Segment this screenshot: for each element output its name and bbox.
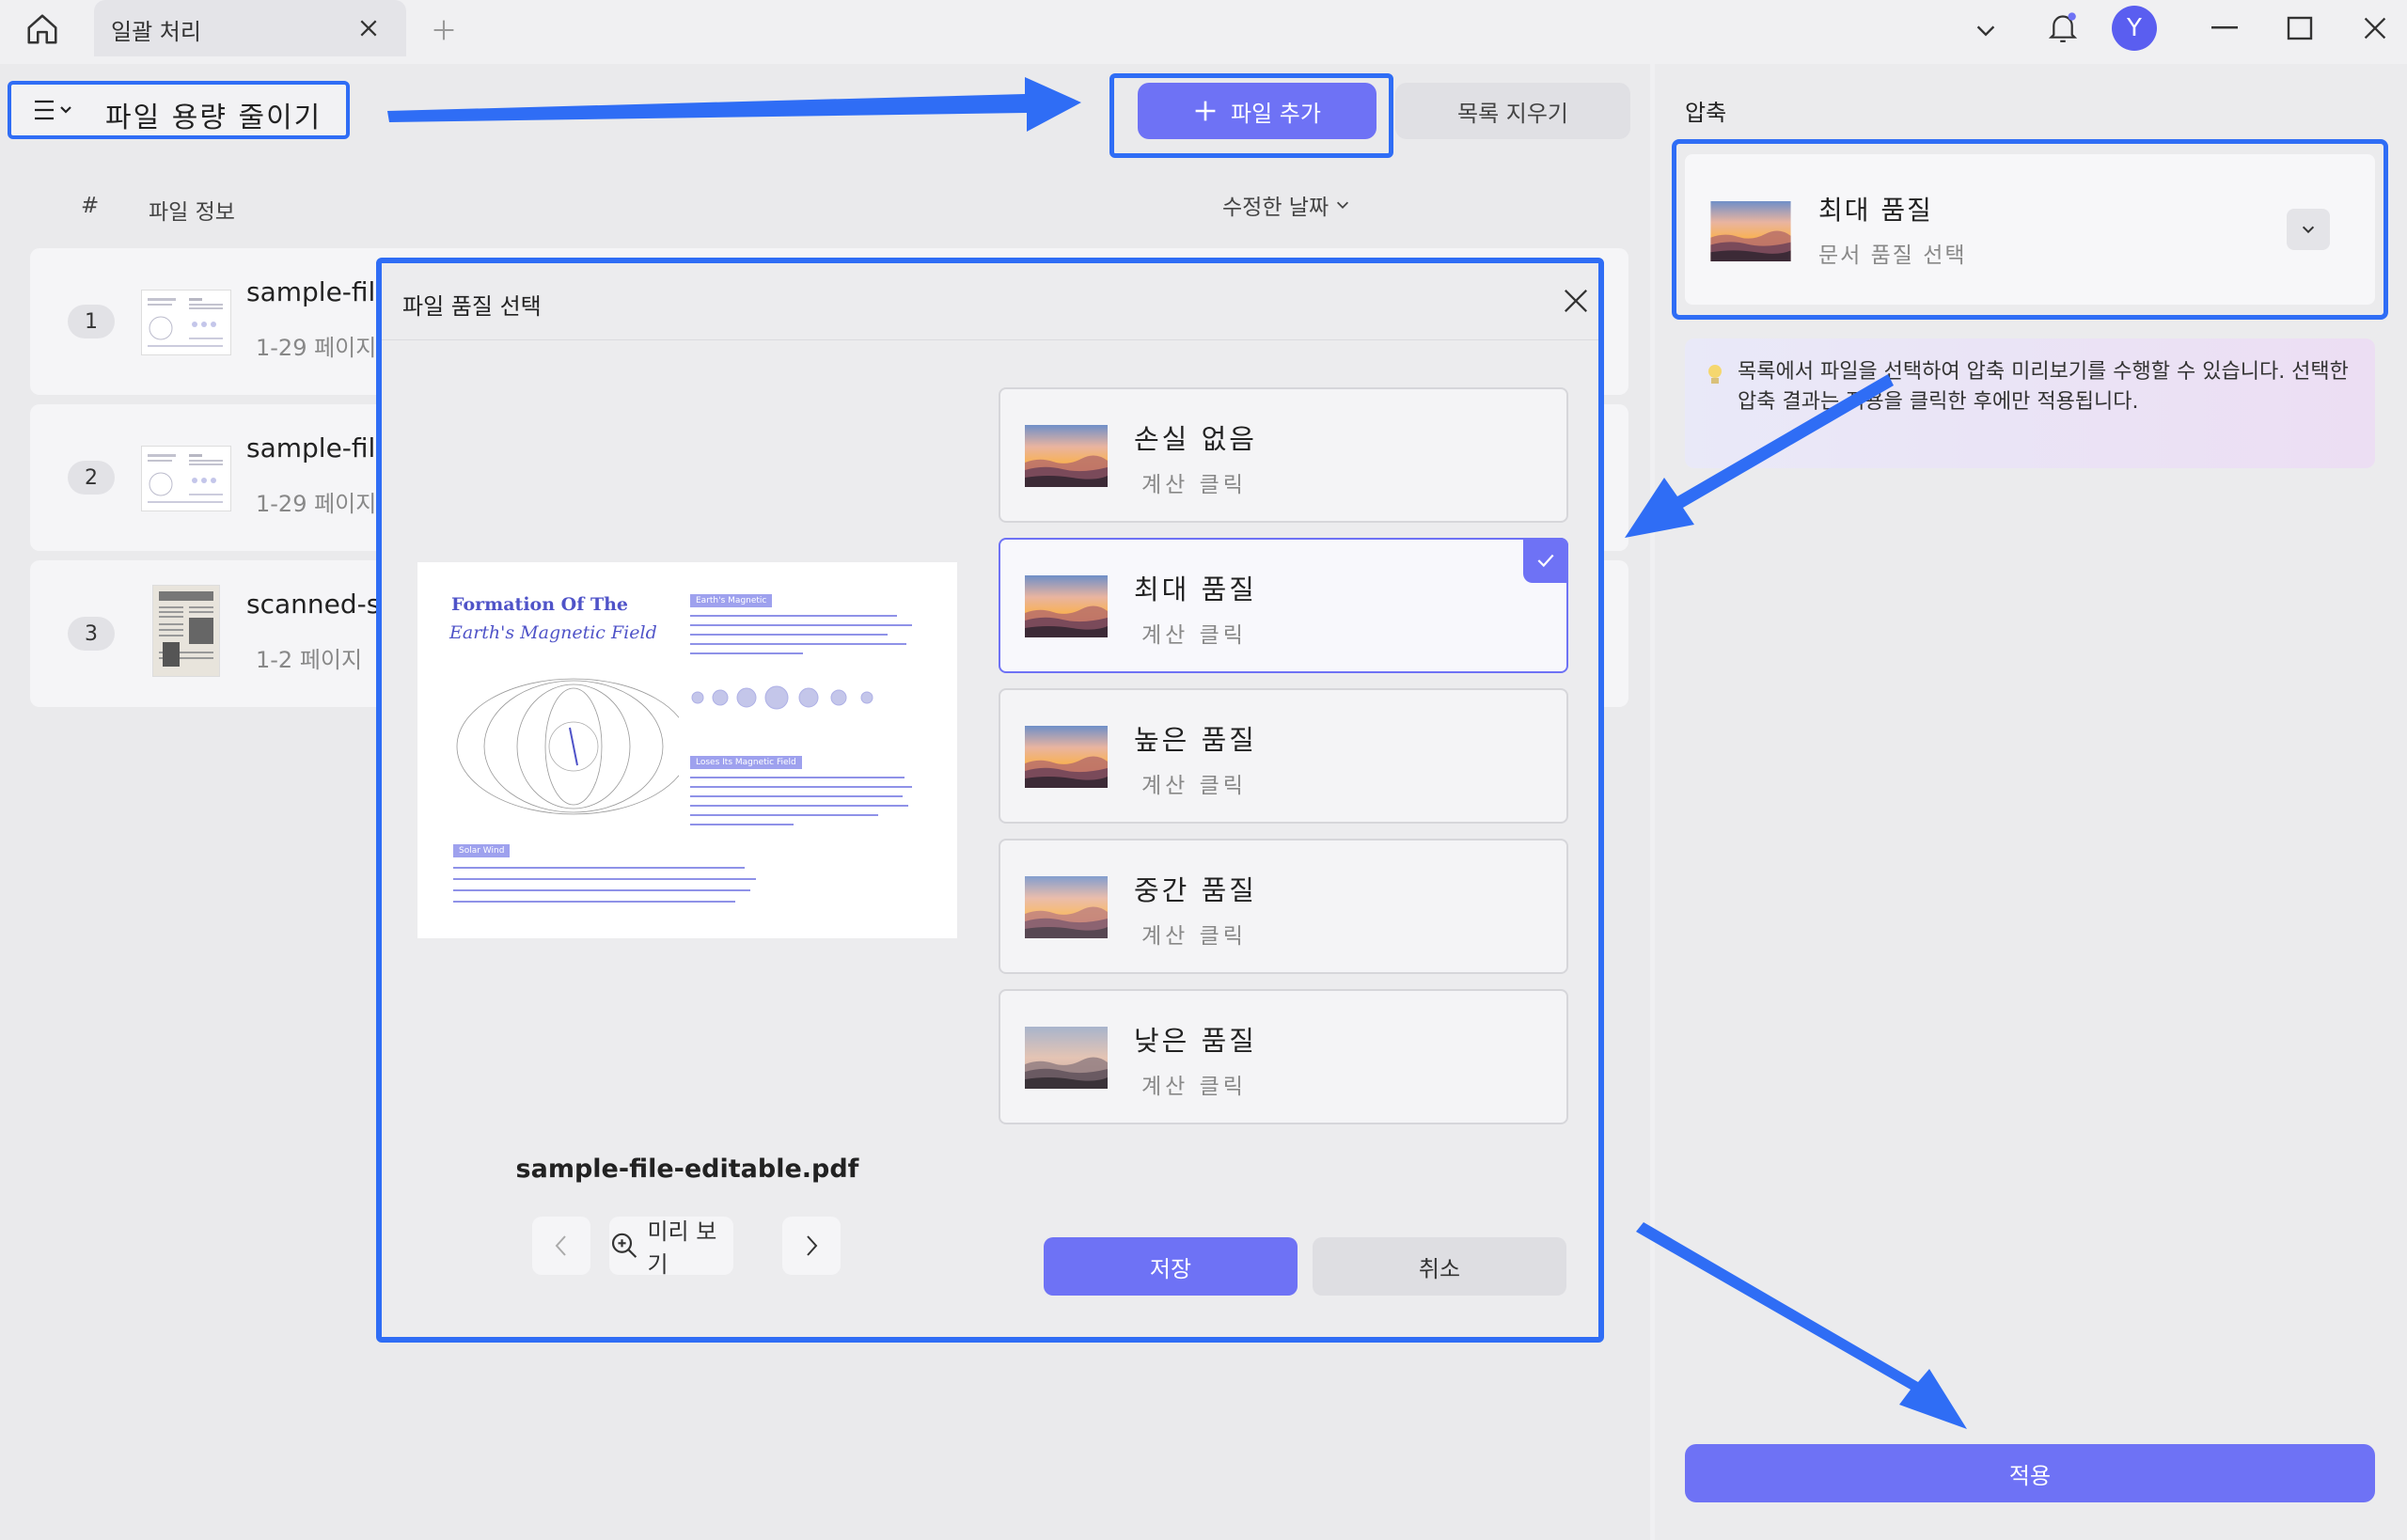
cancel-label: 취소: [1418, 1255, 1461, 1282]
quality-dialog: 파일 품질 선택 Formation Of The Earth's Magnet…: [376, 258, 1604, 1343]
option-subtitle: 계산 클릭: [1141, 473, 1247, 497]
tip-text: 목록에서 파일을 선택하여 압축 미리보기를 수행할 수 있습니다. 선택한 압…: [1738, 360, 2349, 414]
page-range: 1-2 페이지: [256, 647, 363, 673]
option-subtitle: 계산 클릭: [1141, 623, 1247, 648]
option-thumbnail: [1025, 575, 1108, 637]
page-range: 1-29 페이지: [256, 335, 377, 361]
column-modified-date[interactable]: 수정한 날짜: [1222, 188, 1351, 222]
column-index: #: [81, 194, 100, 218]
panel-title: 압축: [1685, 100, 1727, 126]
option-thumbnail: [1025, 1027, 1108, 1089]
maximize-icon[interactable]: [2279, 9, 2320, 47]
tab-label: 일괄 처리: [111, 19, 201, 45]
preview-heading-2: Earth's Magnetic Field: [449, 622, 657, 643]
add-file-label: 파일 추가: [1231, 100, 1321, 127]
file-name: sample-file: [246, 276, 392, 307]
item-index: 2: [68, 461, 115, 495]
preview-text-lines: [690, 777, 912, 825]
item-index: 3: [68, 617, 115, 651]
menu-label: 파일 용량 줄이기: [105, 102, 323, 134]
item-index: 1: [68, 305, 115, 338]
menu-icon: [30, 94, 79, 126]
plus-icon: [1195, 101, 1216, 121]
home-icon[interactable]: [19, 6, 66, 53]
zoom-in-icon: [611, 1233, 637, 1258]
file-thumbnail: [141, 446, 231, 511]
check-icon: [1523, 538, 1568, 583]
quality-option-high[interactable]: 높은 품질 계산 클릭: [999, 688, 1568, 824]
cancel-button[interactable]: 취소: [1313, 1237, 1566, 1296]
magnetic-field-diagram: [456, 678, 679, 815]
menu-button[interactable]: 파일 용량 줄이기: [8, 81, 350, 139]
bell-icon[interactable]: [2040, 6, 2085, 51]
option-thumbnail: [1025, 425, 1108, 487]
quality-selector[interactable]: 최대 품질 문서 품질 선택: [1685, 154, 2375, 305]
dialog-title: 파일 품질 선택: [402, 293, 542, 320]
file-name: scanned-sa: [246, 589, 397, 620]
quality-thumbnail: [1709, 201, 1792, 261]
prev-page-button[interactable]: [532, 1217, 590, 1275]
option-thumbnail: [1025, 726, 1108, 788]
option-title: 최대 품질: [1134, 574, 1257, 605]
clear-list-label: 목록 지우기: [1456, 100, 1569, 127]
option-subtitle: 계산 클릭: [1141, 1075, 1247, 1099]
tab-batch[interactable]: 일괄 처리: [94, 0, 406, 56]
option-title: 낮은 품질: [1134, 1025, 1257, 1057]
lightbulb-icon: [1708, 365, 1722, 384]
column-file-info: 파일 정보: [149, 200, 235, 225]
preview-tag-2: Loses Its Magnetic Field: [690, 756, 802, 769]
page-range: 1-29 페이지: [256, 491, 377, 517]
planet-row: [691, 685, 873, 710]
next-page-button[interactable]: [782, 1217, 841, 1275]
apply-button[interactable]: 적용: [1685, 1444, 2375, 1502]
quality-option-max[interactable]: 최대 품질 계산 클릭: [999, 538, 1568, 673]
preview-file-name: sample-file-editable.pdf: [515, 1155, 859, 1184]
option-title: 높은 품질: [1134, 724, 1257, 756]
close-icon[interactable]: [1557, 282, 1595, 320]
minimize-icon[interactable]: [2204, 9, 2245, 47]
apply-label: 적용: [2008, 1462, 2052, 1489]
new-tab-icon[interactable]: [425, 11, 463, 49]
avatar[interactable]: Y: [2112, 6, 2157, 51]
quality-option-lossless[interactable]: 손실 없음 계산 클릭: [999, 387, 1568, 523]
quality-subtitle: 문서 품질 선택: [1818, 244, 1967, 268]
file-thumbnail: [152, 585, 220, 677]
sort-chevron-icon: [1337, 201, 1349, 209]
quality-dropdown-button[interactable]: [2287, 209, 2330, 250]
quality-title: 최대 품질: [1818, 195, 1933, 226]
option-subtitle: 계산 클릭: [1141, 924, 1247, 949]
file-thumbnail: [141, 290, 231, 355]
close-window-icon[interactable]: [2354, 9, 2396, 47]
file-name: sample-file: [246, 432, 392, 464]
close-tab-icon[interactable]: [352, 11, 385, 45]
option-title: 손실 없음: [1134, 423, 1257, 455]
chevron-right-icon: [807, 1235, 818, 1256]
option-title: 중간 품질: [1134, 874, 1257, 906]
preview-tag-1: Earth's Magnetic: [690, 594, 773, 607]
quality-option-low[interactable]: 낮은 품질 계산 클릭: [999, 989, 1568, 1124]
preview-button-label: 미리 보기: [647, 1218, 717, 1278]
title-bar: 일괄 처리 Y: [0, 0, 2407, 58]
quality-option-medium[interactable]: 중간 품질 계산 클릭: [999, 839, 1568, 974]
add-file-button[interactable]: 파일 추가: [1138, 83, 1377, 139]
preview-text-lines: [453, 867, 756, 903]
chevron-left-icon: [555, 1235, 566, 1256]
option-thumbnail: [1025, 876, 1108, 938]
save-label: 저장: [1149, 1255, 1192, 1282]
preview-button[interactable]: 미리 보기: [609, 1217, 733, 1278]
chevron-down-icon: [2302, 226, 2315, 234]
document-preview: Formation Of The Earth's Magnetic Field …: [417, 562, 957, 938]
save-button[interactable]: 저장: [1044, 1237, 1298, 1296]
column-modified-label: 수정한 날짜: [1222, 196, 1329, 220]
preview-tag-3: Solar Wind: [453, 844, 511, 857]
dialog-header: 파일 품질 선택: [382, 263, 1598, 340]
chevron-down-icon[interactable]: [1967, 11, 2005, 49]
preview-heading-1: Formation Of The: [451, 594, 629, 615]
preview-text-lines: [690, 615, 912, 654]
tip-box: 목록에서 파일을 선택하여 압축 미리보기를 수행할 수 있습니다. 선택한 압…: [1685, 338, 2375, 468]
clear-list-button[interactable]: 목록 지우기: [1395, 83, 1630, 139]
option-subtitle: 계산 클릭: [1141, 774, 1247, 798]
